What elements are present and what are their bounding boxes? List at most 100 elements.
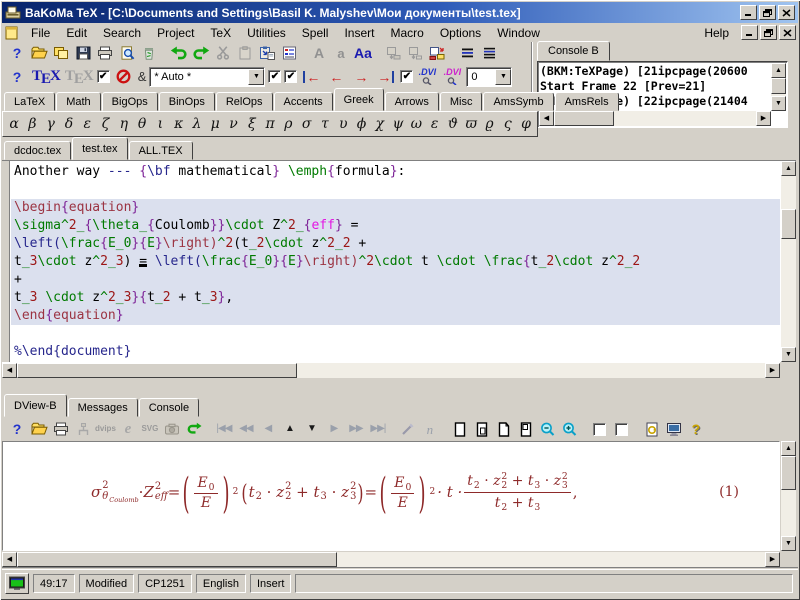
menu-item[interactable]: Spell — [294, 25, 337, 41]
mdi-restore-button[interactable] — [760, 25, 777, 40]
scroll-up-icon[interactable]: ▲ — [781, 441, 796, 456]
option-checkbox-3[interactable]: ✔ — [400, 70, 413, 83]
symbol-tab[interactable]: AmsRels — [555, 92, 619, 111]
greek-letter-button[interactable]: ρ — [279, 116, 297, 132]
console-hscroll-thumb[interactable] — [554, 111, 614, 126]
file-tab[interactable]: test.tex — [72, 137, 127, 160]
wand-button[interactable] — [398, 419, 418, 439]
print-button[interactable] — [95, 43, 115, 63]
menu-item[interactable]: Insert — [336, 25, 382, 41]
list-button[interactable] — [279, 43, 299, 63]
greek-letter-button[interactable]: φ — [517, 116, 535, 132]
console-vscroll-thumb[interactable] — [771, 78, 786, 94]
scroll-left-icon[interactable]: ◀ — [2, 552, 17, 567]
symbol-tab[interactable]: Greek — [334, 88, 384, 111]
greek-letter-button[interactable]: ι — [151, 116, 169, 132]
scroll-right-icon[interactable]: ▶ — [765, 552, 780, 567]
symbol-tab[interactable]: BinOps — [159, 92, 215, 111]
help-button[interactable]: ? — [7, 419, 27, 439]
menu-item[interactable]: TeX — [202, 25, 239, 41]
code-line[interactable]: %\end{document} — [11, 343, 780, 361]
greek-letter-button[interactable]: ω — [407, 116, 425, 132]
svg-export-button[interactable]: SVG — [140, 419, 160, 439]
greek-letter-button[interactable]: ν — [224, 116, 242, 132]
greek-letter-button[interactable]: μ — [206, 116, 224, 132]
tree-button[interactable] — [73, 419, 93, 439]
import-colored-button[interactable] — [427, 43, 447, 63]
page-inner-button[interactable] — [472, 419, 492, 439]
combo-dropdown-icon[interactable]: ▼ — [248, 69, 264, 85]
menu-item[interactable]: File — [23, 25, 58, 41]
mdi-minimize-button[interactable] — [741, 25, 758, 40]
down-button[interactable]: ▼ — [302, 419, 322, 439]
symbol-tab[interactable]: AmsSymb — [483, 92, 553, 111]
greek-letter-button[interactable]: ψ — [389, 116, 407, 132]
fast-next-button[interactable]: ▶▶ — [346, 419, 366, 439]
symbol-tab[interactable]: Arrows — [385, 92, 439, 111]
code-line[interactable]: \sigma^2_{\theta_{Coulomb}}\cdot Z^2_{ef… — [11, 217, 780, 235]
scroll-up-icon[interactable]: ▲ — [781, 161, 796, 176]
symbol-tab[interactable]: Accents — [274, 92, 333, 111]
first-page-button[interactable]: |◀◀ — [214, 419, 234, 439]
greek-letter-button[interactable]: α — [5, 116, 23, 132]
symbol-tab[interactable]: Math — [56, 92, 100, 111]
code-line[interactable]: \end{equation} — [11, 307, 780, 325]
menu-item[interactable]: Project — [149, 25, 202, 41]
greek-letter-button[interactable]: κ — [170, 116, 188, 132]
code-line[interactable]: + — [11, 271, 780, 289]
greek-letter-button[interactable]: η — [115, 116, 133, 132]
page-fold-button[interactable] — [494, 419, 514, 439]
check-empty1-button[interactable] — [590, 419, 610, 439]
open-folder-button[interactable] — [29, 43, 49, 63]
format-combo[interactable]: * Auto * ▼ — [149, 67, 265, 87]
up-button[interactable]: ▲ — [280, 419, 300, 439]
go-prev-error-button[interactable]: ← — [326, 67, 346, 87]
file-tab[interactable]: ALL.TEX — [129, 141, 193, 160]
back-button[interactable] — [184, 419, 204, 439]
minimize-button[interactable] — [740, 5, 757, 20]
file-tab[interactable]: dcdoc.tex — [4, 141, 71, 160]
menu-item[interactable]: Window — [489, 25, 548, 41]
close-button[interactable] — [778, 5, 795, 20]
check-empty2-button[interactable] — [612, 419, 632, 439]
code-line[interactable]: \left(\frac{E_0}{E}\right)^2(t_2\cdot z^… — [11, 235, 780, 253]
mdi-close-button[interactable] — [779, 25, 796, 40]
delete-button[interactable] — [139, 43, 159, 63]
symbol-tab[interactable]: Misc — [440, 92, 483, 111]
zoom-out-button[interactable] — [538, 419, 558, 439]
editor-vscroll-thumb[interactable] — [781, 209, 796, 239]
greek-letter-button[interactable]: ϖ — [462, 116, 480, 132]
code-line[interactable] — [11, 325, 780, 343]
editor-vscrollbar[interactable] — [781, 176, 796, 347]
option-checkbox-2[interactable]: ✔ — [284, 70, 297, 83]
editor-lines[interactable]: Another way --- {\bf mathematical} \emph… — [11, 161, 780, 362]
document-icon[interactable] — [4, 26, 19, 40]
greek-letter-button[interactable]: ς — [499, 116, 517, 132]
preview-hscroll-thumb[interactable] — [17, 552, 337, 567]
greek-letter-button[interactable]: ξ — [243, 116, 261, 132]
greek-letter-button[interactable]: δ — [60, 116, 78, 132]
menu-item[interactable]: Search — [95, 25, 149, 41]
menu-item[interactable]: Edit — [58, 25, 95, 41]
restore-button[interactable] — [759, 5, 776, 20]
paste-special-button[interactable] — [257, 43, 277, 63]
preview-dvi-new-button[interactable]: .DVI — [442, 67, 462, 87]
code-line[interactable] — [11, 181, 780, 199]
copy-files-button[interactable] — [51, 43, 71, 63]
dvips-button[interactable]: dvips — [95, 419, 116, 439]
scroll-up-icon[interactable]: ▲ — [771, 63, 786, 78]
greek-letter-button[interactable]: ε — [425, 116, 443, 132]
greek-letter-button[interactable]: ζ — [96, 116, 114, 132]
justify-full-button[interactable] — [479, 43, 499, 63]
next-page-button[interactable]: ▶ — [324, 419, 344, 439]
greek-letter-button[interactable]: π — [261, 116, 279, 132]
panel-tab[interactable]: DView-B — [4, 394, 67, 417]
fast-prev-button[interactable]: ◀◀ — [236, 419, 256, 439]
scroll-right-icon[interactable]: ▶ — [765, 363, 780, 378]
panel-tab[interactable]: Console — [139, 398, 199, 417]
stop-button[interactable] — [114, 67, 134, 87]
panel-tab[interactable]: Messages — [68, 398, 138, 417]
screen-button[interactable] — [664, 419, 684, 439]
menu-item[interactable]: Utilities — [239, 25, 294, 41]
greek-letter-button[interactable]: λ — [188, 116, 206, 132]
